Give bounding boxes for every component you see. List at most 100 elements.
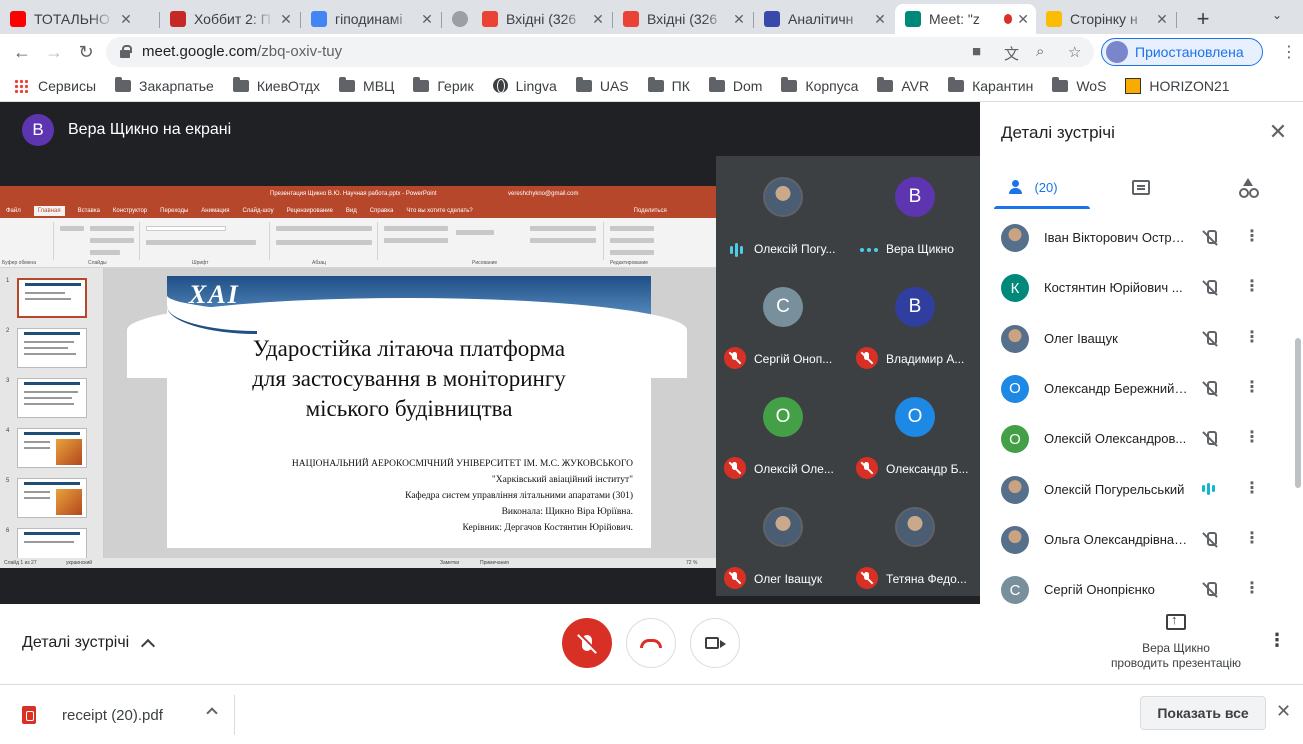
more-options-icon[interactable]: ⋮ — [1244, 378, 1260, 398]
more-options-icon[interactable]: ⋮ — [1244, 428, 1260, 448]
browser-tab[interactable]: Вхідні (326 ✕ — [613, 4, 754, 34]
close-tab-icon[interactable]: ✕ — [590, 11, 606, 28]
download-item[interactable]: receipt (20).pdf — [10, 695, 235, 735]
participant-tile[interactable]: Олексій Погу... — [716, 156, 846, 266]
browser-tab[interactable]: Meet: "z ✕ — [895, 4, 1036, 34]
speaking-icon — [730, 243, 743, 257]
close-icon[interactable]: ✕ — [1276, 701, 1291, 722]
close-tab-icon[interactable]: ✕ — [872, 11, 888, 28]
new-tab-button[interactable]: + — [1190, 6, 1216, 32]
close-tab-icon[interactable]: ✕ — [1154, 11, 1170, 28]
list-item[interactable]: С Сергій Онопрієнко ⋮ — [980, 565, 1290, 604]
bookmark-item[interactable]: МВЦ — [339, 76, 394, 94]
profile-button[interactable]: Приостановлена — [1101, 38, 1263, 66]
camera-toggle-button[interactable] — [690, 618, 740, 668]
mic-muted-icon — [1202, 430, 1218, 448]
bookmark-item[interactable]: Dom — [708, 76, 762, 94]
tab-activities[interactable] — [1194, 164, 1301, 210]
show-all-downloads-button[interactable]: Показать все — [1140, 696, 1266, 730]
list-item[interactable]: К Костянтин Юрійович ... ⋮ — [980, 263, 1290, 313]
list-item[interactable]: О Олександр Бережний ... ⋮ — [980, 364, 1290, 414]
bookmark-item[interactable]: Корпуса — [781, 76, 858, 94]
hang-up-icon — [640, 638, 662, 648]
close-tab-icon[interactable]: ✕ — [278, 11, 294, 28]
participant-tile[interactable]: В Владимир А... — [848, 266, 978, 376]
bookmark-item[interactable]: WoS — [1052, 76, 1106, 94]
tab-search-icon[interactable]: ⌄ — [1272, 8, 1282, 22]
ppt-menu-item: Вид — [345, 208, 357, 214]
more-options-icon[interactable]: ⋮ — [1244, 479, 1260, 499]
list-item[interactable]: Олексій Погурельський ⋮ — [980, 465, 1290, 515]
meeting-details-panel: Деталі зустрічі ✕ (20) Іван Вікторович О… — [980, 102, 1303, 604]
translate-icon[interactable]: 文 — [1004, 43, 1019, 64]
participant-tile[interactable]: С Сергій Оноп... — [716, 266, 846, 376]
mic-muted-icon — [1202, 531, 1218, 549]
microphone-toggle-button[interactable] — [562, 618, 612, 668]
chevron-up-icon[interactable] — [206, 707, 218, 719]
list-item[interactable]: О Олексій Олександров... ⋮ — [980, 414, 1290, 464]
present-screen-icon — [1166, 612, 1186, 630]
close-tab-icon[interactable]: ✕ — [731, 11, 747, 28]
bookmark-item[interactable]: AVR — [877, 76, 929, 94]
participant-tile[interactable]: О Олексій Оле... — [716, 376, 846, 486]
bookmark-item[interactable]: UAS — [575, 76, 629, 94]
browser-tab[interactable] — [442, 4, 472, 34]
present-now-button[interactable]: Вера Щикно проводить презентацію — [1100, 612, 1252, 671]
bookmark-item[interactable]: Закарпатье — [115, 76, 214, 94]
close-tab-icon[interactable]: ✕ — [419, 11, 435, 28]
leave-call-button[interactable] — [626, 618, 676, 668]
chat-icon — [1131, 179, 1150, 195]
more-options-icon[interactable]: ⋮ — [1244, 529, 1260, 549]
bookmark-item[interactable]: Герик — [413, 76, 474, 94]
chrome-menu-icon[interactable]: ⋮ — [1281, 42, 1297, 62]
zoom-icon[interactable]: ⌕ — [1036, 43, 1044, 60]
back-icon[interactable]: ← — [10, 40, 34, 64]
browser-tab[interactable]: Сторінку н ✕ — [1036, 4, 1177, 34]
powerpoint-titlebar: Презентация Щикно В.Ю. Научная работа.pp… — [0, 186, 716, 204]
scrollbar[interactable] — [1295, 338, 1301, 488]
more-options-icon[interactable]: ⋮ — [1244, 227, 1260, 247]
shared-screen: Презентация Щикно В.Ю. Научная работа.pp… — [0, 186, 716, 568]
slide-thumbnail — [17, 278, 87, 318]
participant-name: Тетяна Федо... — [886, 572, 967, 586]
more-options-icon[interactable]: ⋮ — [1268, 630, 1286, 651]
lock-icon[interactable] — [120, 45, 132, 58]
tab-strip: ТОТАЛЬНО ✕ Хоббит 2: П ✕ гіподинамі ✕ Вхідні (… — [0, 0, 1303, 34]
forward-icon[interactable]: → — [42, 40, 66, 64]
list-item[interactable]: Олег Іващук ⋮ — [980, 314, 1290, 364]
bookmark-item[interactable]: КиевОтдх — [232, 76, 320, 94]
more-options-icon[interactable]: ⋮ — [1244, 328, 1260, 348]
bookmark-item[interactable]: Сервисы — [14, 78, 96, 94]
tab-people[interactable]: (20) — [980, 164, 1087, 210]
tab-chat[interactable] — [1087, 164, 1194, 210]
list-item[interactable]: Ольга Олександрівна ... ⋮ — [980, 515, 1290, 565]
more-options-icon[interactable]: ⋮ — [1244, 579, 1260, 599]
close-tab-icon[interactable]: ✕ — [118, 11, 134, 28]
list-item[interactable]: Іван Вікторович Остро... ⋮ — [980, 213, 1290, 263]
url-text[interactable]: meet.google.com/zbq-oxiv-tuy — [142, 43, 342, 60]
browser-tab[interactable]: Хоббит 2: П ✕ — [160, 4, 301, 34]
close-icon[interactable]: ✕ — [1267, 119, 1289, 145]
mic-muted-icon — [724, 457, 746, 479]
reload-icon[interactable]: ↻ — [74, 40, 98, 64]
bookmark-star-icon[interactable]: ☆ — [1068, 43, 1081, 61]
participant-tile[interactable]: О Олександр Б... — [848, 376, 978, 486]
more-options-icon[interactable]: ⋮ — [1244, 277, 1260, 297]
browser-tab[interactable]: Аналітичн ✕ — [754, 4, 895, 34]
browser-tab[interactable]: Вхідні (326 ✕ — [472, 4, 613, 34]
participant-tile[interactable]: В Вера Щикно — [848, 156, 978, 266]
meeting-details-button[interactable]: Деталі зустрічі — [22, 634, 156, 654]
browser-tab[interactable]: ТОТАЛЬНО ✕ — [0, 4, 160, 34]
participant-tile[interactable]: Олег Іващук — [716, 486, 846, 596]
avatar — [1001, 324, 1029, 353]
camera-blocked-icon[interactable]: ■ — [972, 43, 981, 60]
browser-tab[interactable]: гіподинамі ✕ — [301, 4, 442, 34]
close-tab-icon[interactable]: ✕ — [1016, 11, 1030, 28]
bookmark-item[interactable]: HORIZON21 — [1125, 77, 1230, 94]
address-bar[interactable]: meet.google.com/zbq-oxiv-tuy ■ 文 ⌕ ☆ — [106, 37, 1094, 67]
participant-tile[interactable]: Тетяна Федо... — [848, 486, 978, 596]
bookmark-item[interactable]: ПК — [647, 76, 690, 94]
bookmark-item[interactable]: Lingva — [492, 78, 557, 94]
bookmark-item[interactable]: Карантин — [948, 76, 1033, 94]
ppt-menu-item: Вставка — [77, 208, 100, 214]
